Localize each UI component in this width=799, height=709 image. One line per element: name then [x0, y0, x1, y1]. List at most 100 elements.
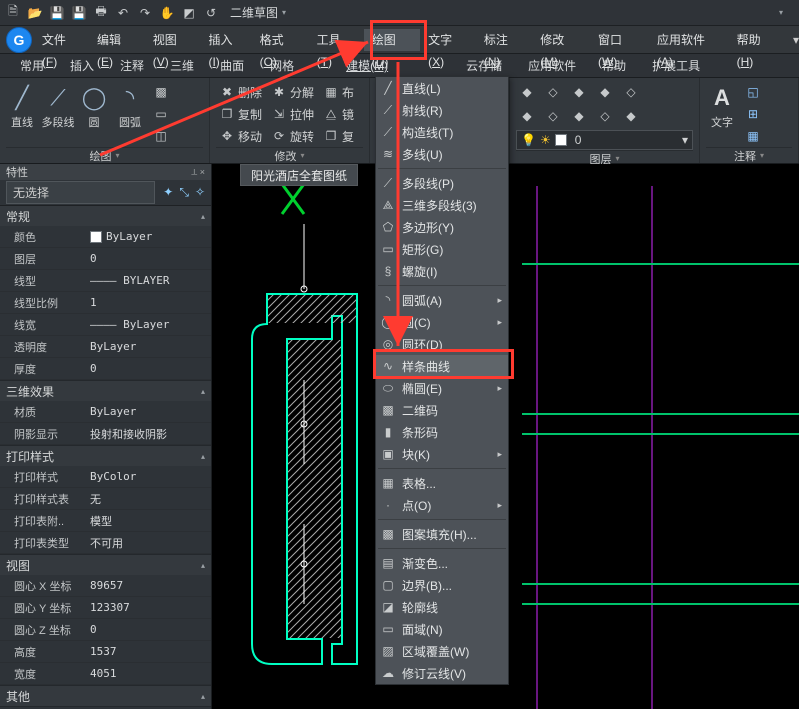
menu-a[interactable]: 应用软件(A): [649, 29, 729, 51]
prop-row[interactable]: 颜色ByLayer: [0, 226, 211, 248]
prop-row[interactable]: 打印样式ByColor: [0, 466, 211, 488]
layer-current-combo[interactable]: 💡 ☀ 0 ▾: [516, 130, 693, 150]
menu-item-arc[interactable]: ◝圆弧(A): [376, 289, 508, 311]
app-logo[interactable]: G: [6, 27, 32, 53]
explode-button[interactable]: ✱分解: [268, 82, 318, 102]
menu-item-ray[interactable]: ⟋射线(R): [376, 99, 508, 121]
menu-item-qr[interactable]: ▩二维码: [376, 399, 508, 421]
layer-btn-1[interactable]: ◆: [516, 82, 538, 102]
menu-item-table[interactable]: ▦表格...: [376, 472, 508, 494]
menu-item-ell[interactable]: ⬭椭圆(E): [376, 377, 508, 399]
pline-button[interactable]: ⟋多段线: [42, 82, 74, 130]
workspace-combo[interactable]: 二维草图 ▾: [226, 4, 290, 21]
menu-item-sil[interactable]: ◪轮廓线: [376, 596, 508, 618]
pick-icon[interactable]: ⤡: [179, 185, 189, 200]
menu-v[interactable]: 视图(V): [145, 29, 201, 51]
selection-combo[interactable]: 无选择: [6, 181, 155, 204]
prop-value[interactable]: 0: [86, 623, 211, 636]
annot-btn-2[interactable]: ⊞: [742, 104, 764, 124]
arrow-icon[interactable]: ↺: [204, 6, 218, 20]
menu-item-circ[interactable]: ◯圆(C): [376, 311, 508, 333]
save-icon[interactable]: 💾: [50, 6, 64, 20]
move-button[interactable]: ✥移动: [216, 126, 266, 146]
menu-draw[interactable]: ╱直线(L)⟋射线(R)⟋构造线(T)≋多线(U)⟋多段线(P)⟁三维多段线(3…: [375, 76, 509, 685]
menu-item-line[interactable]: ╱直线(L): [376, 77, 508, 99]
print-icon[interactable]: 🖶: [94, 6, 108, 20]
chevron-down-icon[interactable]: ▾: [300, 151, 304, 160]
menu-item-block[interactable]: ▣块(K): [376, 443, 508, 465]
menu-item-poly[interactable]: ⬠多边形(Y): [376, 216, 508, 238]
hatch-icon-btn[interactable]: ▩: [150, 82, 172, 102]
prop-row[interactable]: 厚度0: [0, 358, 211, 380]
copy-button[interactable]: ❐复制: [216, 104, 266, 124]
menu-item-region[interactable]: ▭面域(N): [376, 618, 508, 640]
palette-pin-icon[interactable]: ⟂ ×: [191, 167, 205, 178]
chevron-down-icon[interactable]: ▾: [760, 151, 764, 160]
layer-btn-6[interactable]: ◆: [516, 106, 538, 126]
prop-row[interactable]: 图层0: [0, 248, 211, 270]
prop-row[interactable]: 线型———— BYLAYER: [0, 270, 211, 292]
menu-item-wipe[interactable]: ▨区域覆盖(W): [376, 640, 508, 662]
chevron-down-icon[interactable]: ▾: [115, 151, 119, 160]
prop-group-header[interactable]: 视图▴: [0, 555, 211, 575]
menu-i[interactable]: 插入(I): [200, 29, 251, 51]
menu-item-rect[interactable]: ▭矩形(G): [376, 238, 508, 260]
prop-row[interactable]: 线宽———— ByLayer: [0, 314, 211, 336]
prop-row[interactable]: 打印表类型不可用: [0, 532, 211, 554]
prop-row[interactable]: 圆心 Y 坐标123307: [0, 597, 211, 619]
prop-group-header[interactable]: 常规▴: [0, 206, 211, 226]
open-icon[interactable]: 📂: [28, 6, 42, 20]
prop-value[interactable]: 1537: [86, 645, 211, 658]
prop-value[interactable]: ByLayer: [86, 340, 211, 353]
layer-btn-3[interactable]: ◆: [568, 82, 590, 102]
ribbon-tab-1[interactable]: 插入: [64, 55, 100, 76]
qat-overflow-icon[interactable]: ▾: [779, 8, 783, 17]
menu-item-point[interactable]: ·点(O): [376, 494, 508, 516]
layer-btn-2[interactable]: ◇: [542, 82, 564, 102]
prop-value[interactable]: 0: [86, 252, 211, 265]
layer-btn-7[interactable]: ◇: [542, 106, 564, 126]
copy2-button[interactable]: ❐复: [320, 126, 358, 146]
erase-button[interactable]: ✖删除: [216, 82, 266, 102]
undo-icon[interactable]: ↶: [116, 6, 130, 20]
menu-item-pl[interactable]: ⟋多段线(P): [376, 172, 508, 194]
menu-x[interactable]: 文字(X): [420, 29, 476, 51]
menu-t[interactable]: 工具(T): [309, 29, 364, 51]
prop-value[interactable]: 0: [86, 362, 211, 375]
properties-header[interactable]: 特性 ⟂ ×: [0, 164, 211, 180]
prop-value[interactable]: 不可用: [86, 535, 211, 551]
menu-m[interactable]: 修改(M): [532, 29, 590, 51]
rect-icon-btn[interactable]: ▭: [150, 104, 172, 124]
prop-row[interactable]: 圆心 Z 坐标0: [0, 619, 211, 641]
prop-value[interactable]: ByLayer: [86, 230, 211, 243]
prop-value[interactable]: 投射和接收阴影: [86, 426, 211, 442]
menu-item-revc[interactable]: ☁修订云线(V): [376, 662, 508, 684]
menu-item-hatch[interactable]: ▩图案填充(H)...: [376, 523, 508, 545]
annot-btn-1[interactable]: ◱: [742, 82, 764, 102]
menu-item-bar[interactable]: ▮条形码: [376, 421, 508, 443]
rotate-button[interactable]: ⟳旋转: [268, 126, 318, 146]
menu-item-bound[interactable]: ▢边界(B)...: [376, 574, 508, 596]
quick-access-toolbar[interactable]: 🗎 📂 💾 💾 🖶 ↶ ↷ ✋ ◩ ↺ 二维草图 ▾ ▾: [0, 0, 799, 26]
prop-row[interactable]: 圆心 X 坐标89657: [0, 575, 211, 597]
prop-value[interactable]: 89657: [86, 579, 211, 592]
layer-btn-9[interactable]: ◇: [594, 106, 616, 126]
prop-row[interactable]: 线型比例1: [0, 292, 211, 314]
menubar-overflow-icon[interactable]: ▾: [793, 33, 799, 47]
redo-icon[interactable]: ↷: [138, 6, 152, 20]
menu-h[interactable]: 帮助(H): [729, 29, 785, 51]
menubar[interactable]: G 文件(F)编辑(E)视图(V)插入(I)格式(O)工具(T)绘图(D)文字(…: [0, 26, 799, 54]
circle-button[interactable]: ◯圆: [78, 82, 110, 130]
ribbon-tab-13[interactable]: 扩展工具: [646, 55, 706, 76]
text-button[interactable]: A 文字: [706, 82, 738, 130]
prop-group-header[interactable]: 三维效果▴: [0, 381, 211, 401]
prop-row[interactable]: 透明度ByLayer: [0, 336, 211, 358]
annot-btn-3[interactable]: ▦: [742, 126, 764, 146]
prop-group-header[interactable]: 打印样式▴: [0, 446, 211, 466]
prop-value[interactable]: 123307: [86, 601, 211, 614]
prop-row[interactable]: 阴影显示投射和接收阴影: [0, 423, 211, 445]
prop-row[interactable]: 宽度4051: [0, 663, 211, 685]
filter-icon[interactable]: ✧: [195, 185, 205, 200]
new-icon[interactable]: 🗎: [6, 6, 20, 20]
hand-icon[interactable]: ✋: [160, 6, 174, 20]
